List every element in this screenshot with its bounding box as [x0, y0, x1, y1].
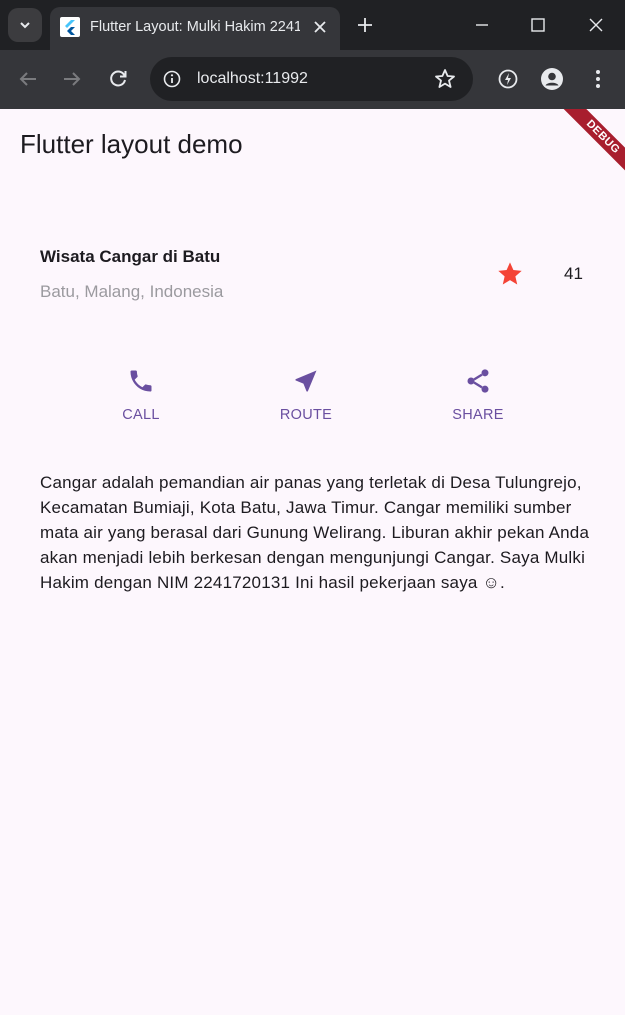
debug-banner: DEBUG: [558, 109, 625, 182]
site-info-icon[interactable]: [162, 69, 182, 89]
new-tab-icon[interactable]: [355, 15, 375, 35]
minimize-icon[interactable]: [472, 15, 492, 35]
tab-title: Flutter Layout: Mulki Hakim 2241720131: [90, 19, 300, 35]
app-bar-title: Flutter layout demo: [20, 129, 243, 159]
reload-icon[interactable]: [106, 67, 130, 91]
maximize-icon[interactable]: [528, 15, 548, 35]
share-button[interactable]: SHARE: [418, 367, 538, 423]
back-icon[interactable]: [16, 67, 40, 91]
chevron-down-icon: [20, 22, 30, 29]
tab-search-button[interactable]: [8, 8, 42, 42]
close-window-icon[interactable]: [586, 15, 606, 35]
performance-icon[interactable]: [496, 67, 520, 91]
menu-kebab-icon[interactable]: [586, 67, 610, 91]
app-page: Flutter layout demo DEBUG Wisata Cangar …: [0, 109, 625, 1015]
bookmark-star-icon[interactable]: [433, 67, 457, 91]
place-location: Batu, Malang, Indonesia: [40, 282, 224, 301]
tab-strip: Flutter Layout: Mulki Hakim 2241720131: [0, 0, 625, 50]
phone-icon: [130, 370, 152, 392]
close-tab-icon[interactable]: [310, 17, 330, 37]
star-icon: [498, 262, 522, 285]
flutter-logo-icon: [60, 17, 80, 37]
call-button[interactable]: CALL: [81, 367, 201, 423]
url-text: localhost:11992: [197, 70, 308, 87]
place-name: Wisata Cangar di Batu: [40, 247, 221, 266]
address-bar[interactable]: localhost:11992: [150, 57, 473, 101]
share-icon: [467, 369, 489, 393]
rating-count: 41: [564, 264, 583, 283]
near-me-icon: [295, 370, 317, 392]
call-label: CALL: [122, 407, 160, 423]
route-button[interactable]: ROUTE: [246, 367, 366, 423]
route-label: ROUTE: [279, 407, 333, 423]
profile-avatar-icon[interactable]: [540, 67, 564, 91]
forward-icon[interactable]: [60, 67, 84, 91]
description-text: Cangar adalah pemandian air panas yang t…: [40, 473, 590, 592]
browser-tab[interactable]: Flutter Layout: Mulki Hakim 2241720131: [50, 7, 340, 50]
browser-toolbar: localhost:11992: [0, 50, 625, 109]
share-label: SHARE: [452, 407, 504, 423]
